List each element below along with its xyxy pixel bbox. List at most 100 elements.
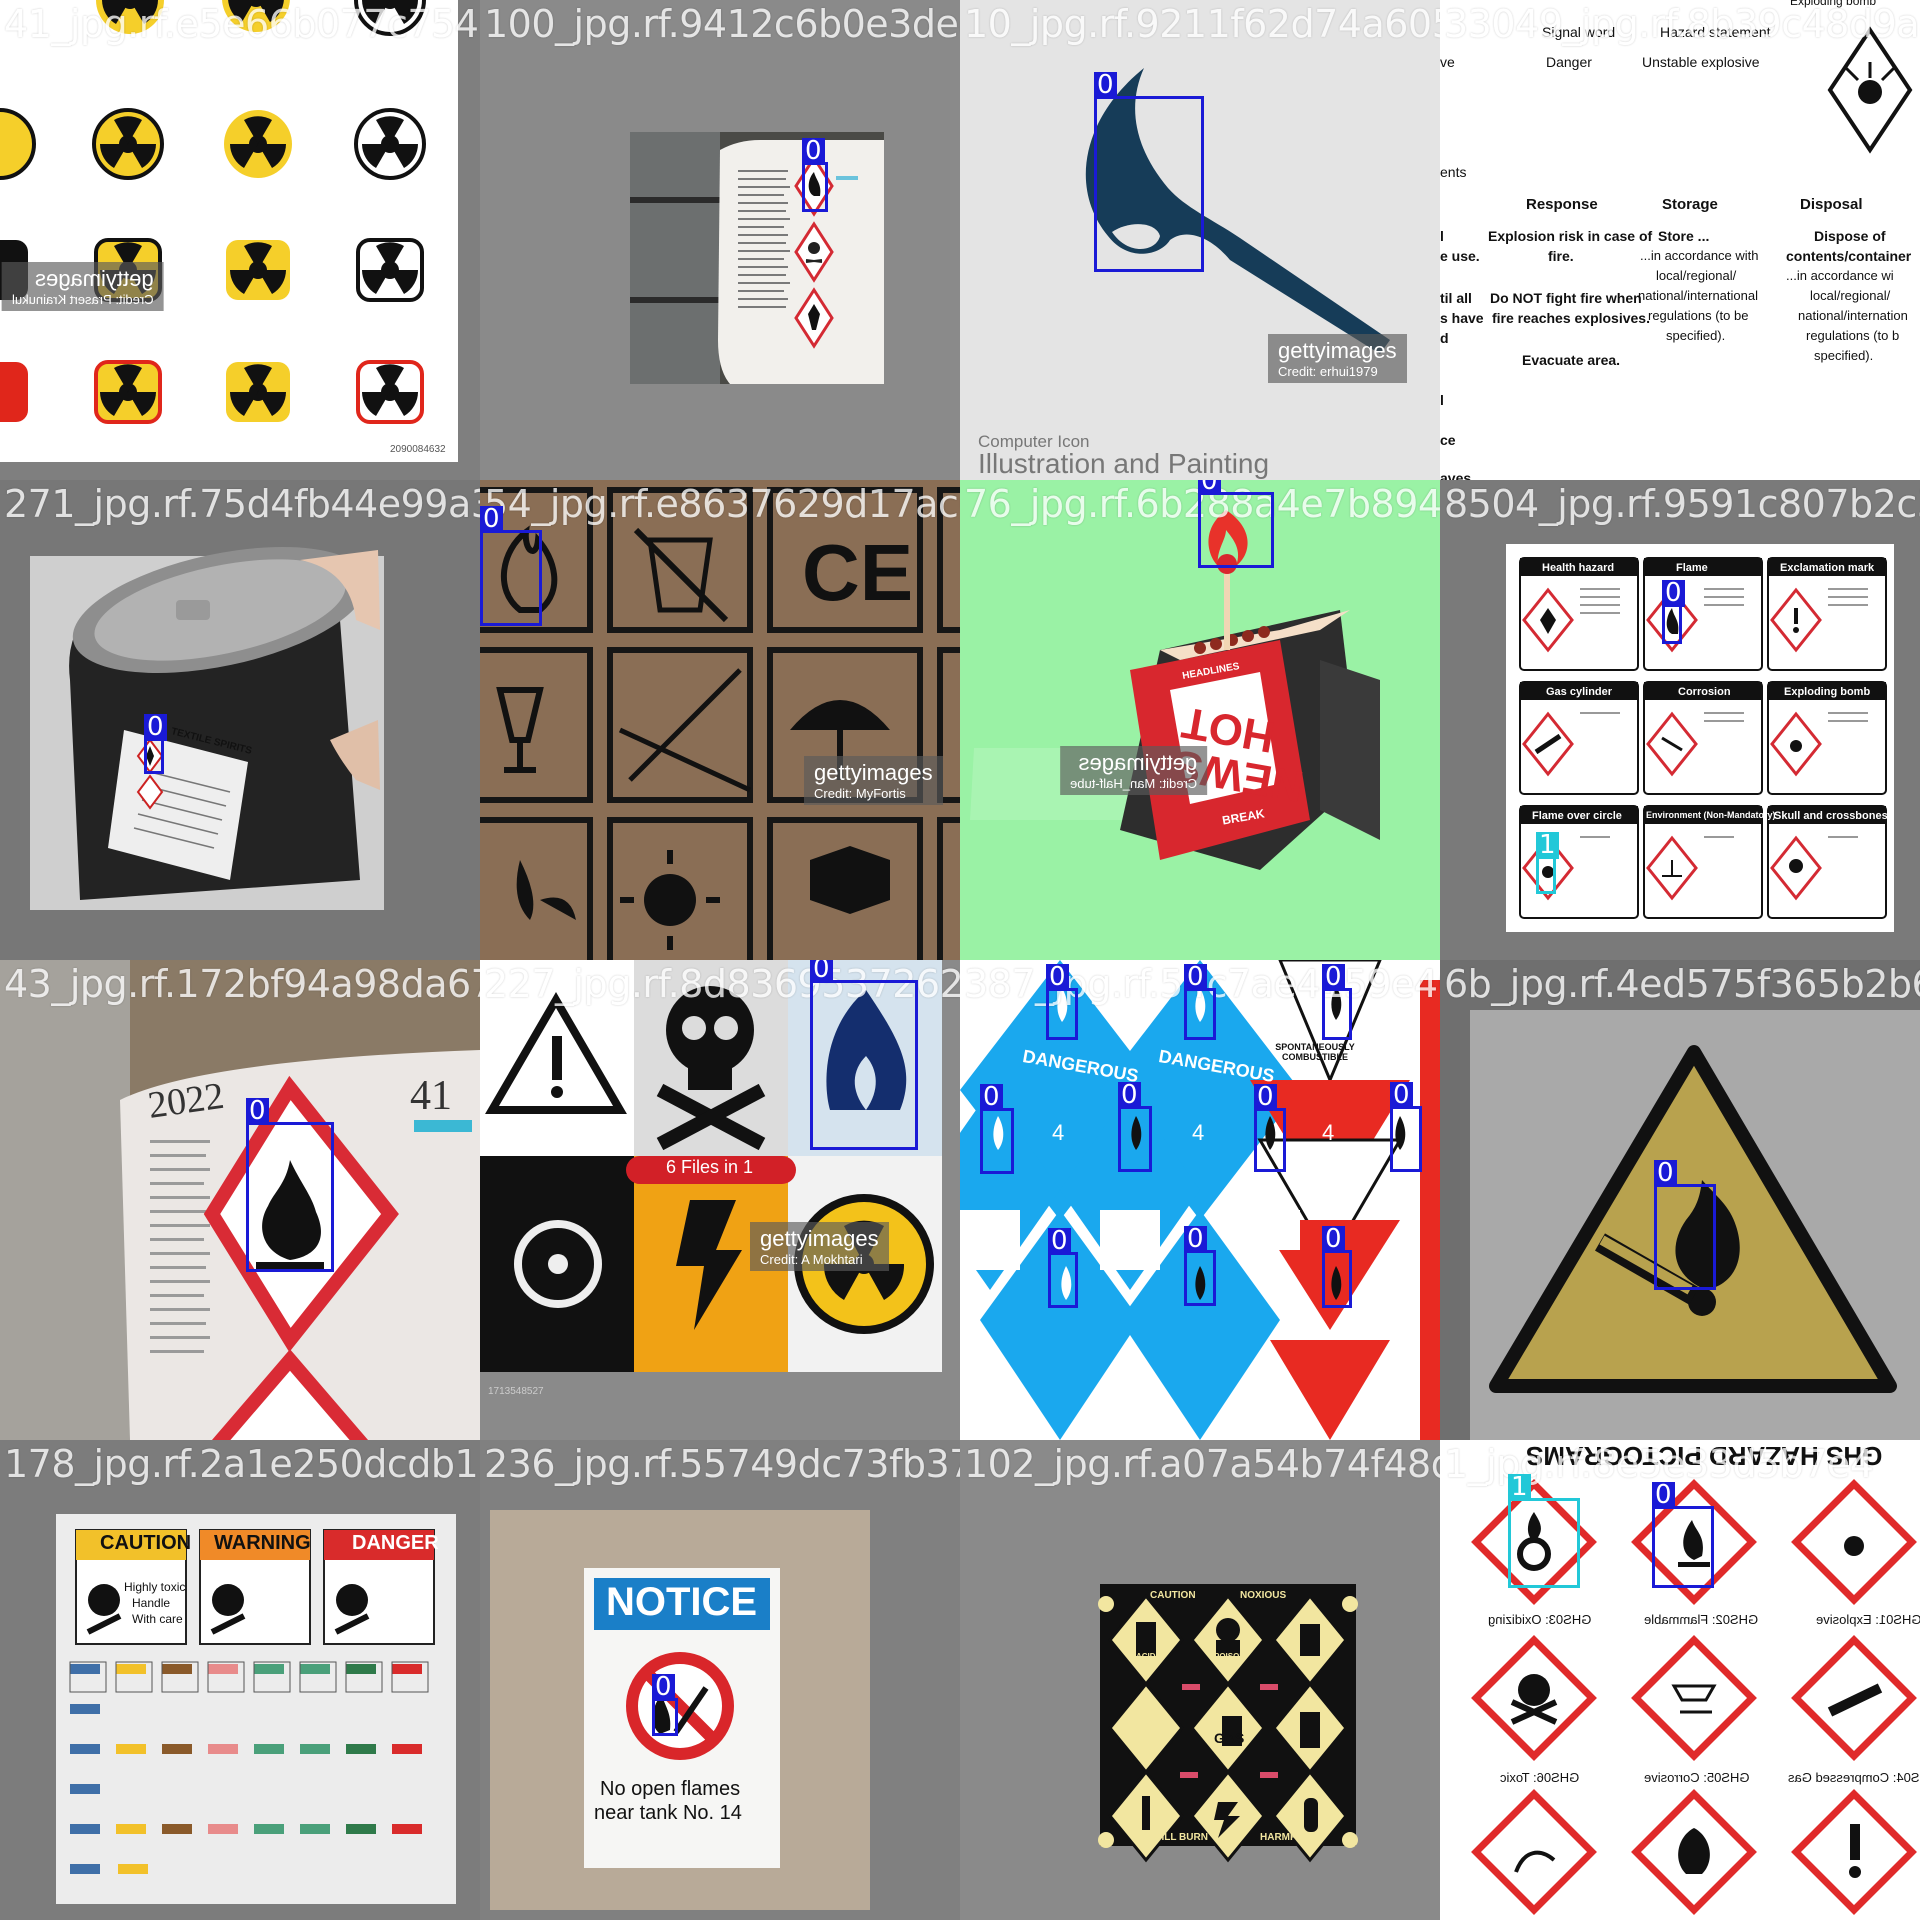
tile-2-image [1085,68,1390,354]
sign-caption: HARMFUL [1260,1832,1310,1843]
sign-header: DANGER [352,1532,439,1554]
svg-text:4: 4 [1120,1246,1132,1271]
sign-caption: ACID [1136,1652,1156,1661]
sign-text: Highly toxic [124,1580,186,1594]
header-text: Signal word [1542,24,1616,40]
pictogram-caption: GHS06: Toxic [1500,1770,1580,1785]
pictogram-caption: GHS05: Corrosive [1644,1770,1750,1785]
image-id: 2090084632 [390,444,446,455]
tile-10-image: 4 4 4 4 4 4 [960,960,1440,1440]
cell-text: Explosion risk in case of [1488,228,1653,244]
svg-text:4: 4 [1192,1120,1204,1145]
tile-12: CAUTION WARNING DANGER Highly toxic Hand… [0,1440,480,1920]
mosaic-grid: gettyimages Credit: Prasert Krainukul 209… [0,0,1920,1920]
watermark: gettyimages Credit: A Mokhtari [750,1222,889,1271]
banner-text: 6 Files in 1 [666,1157,754,1177]
watermark: gettyimages Credit: Man_Half-tube [1060,746,1208,795]
cell-text: e use. [1440,248,1480,264]
column-header: Disposal [1800,196,1863,213]
image-id: 1713548527 [488,1386,544,1397]
header-text: Hazard statement [1660,24,1771,40]
tile-15-image [1471,1479,1917,1915]
cell-text: Dispose of [1814,228,1886,244]
tile-1: 0 100_jpg.rf.9412c6b0e3dedff66 [480,0,960,480]
pictogram-title: Environment (Non-Mandatory) [1646,810,1776,820]
sign-text: With care [132,1612,183,1626]
tile-5: CE 0 gettyimages Credit: MyFortis 54_jpg.… [480,480,960,960]
watermark: gettyimages Credit: erhui1979 [1268,334,1407,383]
cell-text: regulations (to b [1806,328,1900,343]
tile-13: NOTICE No open flames near tank No. 14 0… [480,1440,960,1920]
watermark: gettyimages Credit: Prasert Krainukul [2,262,164,311]
pictogram-title: Skull and crossbones [1774,810,1888,822]
svg-text:4: 4 [1260,1246,1272,1271]
pictogram-caption: GHS04: Compressed Gas [1788,1770,1920,1785]
cell-text: Danger [1546,54,1592,70]
tile-9: 6 Files in 1 0 gettyimages Credit: A Mokh… [480,960,960,1440]
pictogram-caption: GHS03: Oxidizing [1488,1612,1592,1627]
cell-text: fire. [1548,248,1574,264]
sign-header: WARNING [214,1532,311,1554]
cell-text: national/international [1638,288,1758,303]
cell-text: fire reaches explosives. [1492,310,1650,326]
sign-caption: POISON [1214,1652,1246,1661]
cell-text: l [1440,392,1444,408]
tile-12-image [56,1514,456,1904]
cell-text: local/regional/ [1656,268,1737,283]
pictogram-title: Health hazard [1542,562,1615,574]
sign-text: Handle [132,1596,171,1610]
svg-text:CE: CE [802,528,913,617]
tile-1-image [630,132,884,384]
tile-8-image: 2022 [0,960,480,1440]
cell-text: ents [1440,164,1467,180]
tile-5-image: CE [480,487,960,960]
cell-text: d [1440,330,1449,346]
pictogram-caption: GHS02: Flammable [1644,1612,1759,1627]
cell-text: aves [1440,470,1472,480]
tile-0-image [0,0,458,462]
tile-2: 0 gettyimages Credit: erhui1979 Computer … [960,0,1440,480]
tile-3: Exploding bomb Signal word Hazard statem… [1440,0,1920,480]
pictogram-caption: GHS01: Explosive [1816,1612,1920,1627]
cell-text: l [1440,228,1444,244]
tile-7-image [1506,544,1894,932]
watermark: gettyimages Credit: MyFortis [804,756,943,805]
cell-text: national/internation [1798,308,1908,323]
notice-text: near tank No. 14 [594,1802,742,1824]
pictogram-title: Corrosion [1678,686,1731,698]
pictogram-title: Flame [1676,562,1708,574]
page-title: GHS HAZARD PICTOGRAMS [1526,1441,1883,1471]
sign-caption: GAS [1214,1730,1245,1746]
cell-text: Evacuate area. [1522,352,1621,368]
pictogram-title: Exploding bomb [1784,686,1871,698]
header-text: Exploding bomb [1790,0,1877,8]
sign-caption: CAUTION [1150,1590,1196,1601]
cell-text: ...in accordance wi [1786,268,1894,283]
tile-11: 0 6b_jpg.rf.4ed575f365b2b6c7 [1440,960,1920,1440]
tile-4-image [30,546,384,910]
tile-9-image [480,960,942,1372]
pictogram-title: Gas cylinder [1546,686,1613,698]
sign-caption: NOXIOUS [1240,1590,1287,1601]
tile-6: HOT NEWS HEADLINES BREAK 0 gettyimages Cr… [960,480,1440,960]
tile-8: 2022 41 0 43_jpg.rf.172bf94a98da6758 [0,960,480,1440]
cell-text: Store ... [1658,228,1710,244]
tile-7: Health hazard Flame Exclamation mark Gas… [1440,480,1920,960]
cell-text: Unstable explosive [1642,54,1760,70]
tile-0: gettyimages Credit: Prasert Krainukul 209… [0,0,480,480]
tile-11-image [1470,1010,1920,1440]
notice-header: NOTICE [606,1580,758,1624]
tile-14-image [1098,1584,1358,1863]
cell-text: til all [1440,290,1472,306]
sign-caption: WILL BURN [1152,1832,1208,1843]
tile-14: CAUTION NOXIOUS GAS WILL BURN HARMFUL AC… [960,1440,1440,1920]
tile-4: TEXTILE SPIRITS 0 271_jpg.rf.75d4fb44e99… [0,480,480,960]
svg-text:4: 4 [990,1246,1002,1271]
pictogram-title: Flame over circle [1532,810,1622,822]
label-number: 41 [410,1073,452,1119]
placard-text: SPONTANEOUSLY COMBUSTIBLE [1275,1042,1355,1062]
sign-header: CAUTION [100,1532,192,1554]
cell-text: ...in accordance with [1640,248,1759,263]
cell-text: ve [1440,54,1455,70]
cell-text: Do NOT fight fire when [1490,290,1642,306]
